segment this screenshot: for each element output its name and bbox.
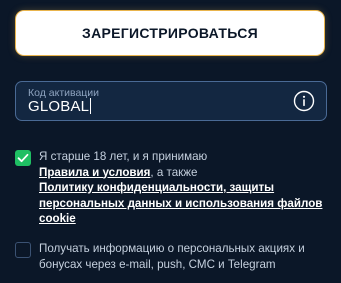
age-consent-row: Я старше 18 лет, и я принимаю Правила и … xyxy=(15,149,329,227)
privacy-policy-link[interactable]: Политику конфиденциальности, защиты перс… xyxy=(39,181,322,225)
promo-consent-text: Получать информацию о персональных акция… xyxy=(39,242,305,271)
info-icon[interactable] xyxy=(293,90,315,112)
age-consent-text-middle: , а также xyxy=(150,165,198,179)
checkmark-icon xyxy=(17,153,29,163)
register-button-label: ЗАРЕГИСТРИРОВАТЬСЯ xyxy=(82,25,258,41)
text-caret xyxy=(90,98,92,114)
register-button[interactable]: ЗАРЕГИСТРИРОВАТЬСЯ xyxy=(16,11,324,55)
promo-consent-checkbox[interactable] xyxy=(15,242,31,258)
activation-code-input[interactable]: GLOBAL xyxy=(28,98,92,115)
age-consent-checkbox[interactable] xyxy=(15,150,31,166)
promo-consent-row: Получать информацию о персональных акция… xyxy=(15,241,329,272)
age-consent-text-before: Я старше 18 лет, и я принимаю xyxy=(39,150,208,163)
activation-code-value: GLOBAL xyxy=(28,98,90,115)
activation-code-field[interactable]: Код активации GLOBAL xyxy=(15,81,327,121)
terms-link[interactable]: Правила и условия xyxy=(39,166,150,179)
age-consent-text: Я старше 18 лет, и я принимаю Правила и … xyxy=(39,149,329,227)
